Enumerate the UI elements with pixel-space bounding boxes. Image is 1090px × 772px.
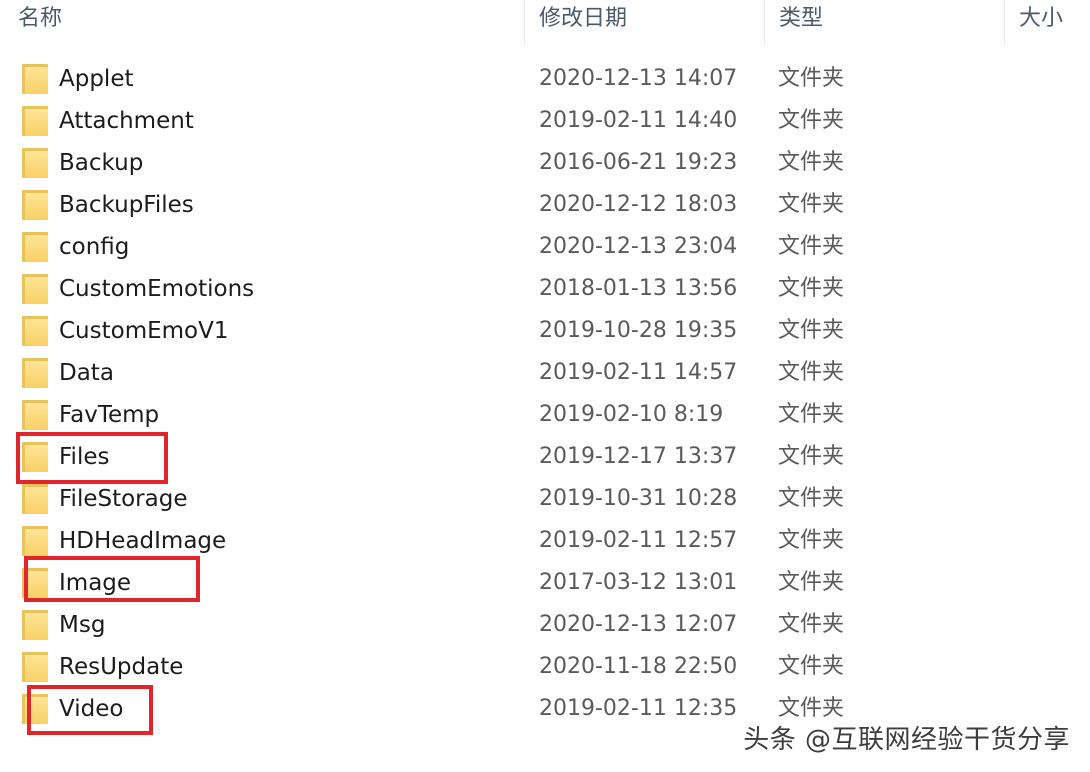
file-name: Applet xyxy=(59,66,134,92)
file-name: Backup xyxy=(59,150,144,176)
file-row-hdheadimage[interactable]: HDHeadImage 2019-02-11 12:57 文件夹 xyxy=(0,520,1090,562)
folder-icon xyxy=(22,106,48,136)
column-header-type[interactable]: 类型 xyxy=(764,0,1004,44)
file-name: HDHeadImage xyxy=(59,528,227,554)
file-row-backupfiles[interactable]: BackupFiles 2020-12-12 18:03 文件夹 xyxy=(0,184,1090,226)
file-date-modified: 2019-02-10 8:19 xyxy=(539,402,724,427)
folder-icon xyxy=(22,358,48,388)
sort-caret-icon: ^ xyxy=(262,0,273,8)
folder-icon xyxy=(22,568,48,598)
file-type: 文件夹 xyxy=(778,192,845,217)
file-row-files[interactable]: Files 2019-12-17 13:37 文件夹 xyxy=(0,436,1090,478)
file-type: 文件夹 xyxy=(778,318,845,343)
file-type: 文件夹 xyxy=(778,234,845,259)
folder-icon xyxy=(22,694,48,724)
file-row-favtemp[interactable]: FavTemp 2019-02-10 8:19 文件夹 xyxy=(0,394,1090,436)
folder-icon xyxy=(22,610,48,640)
file-name: FileStorage xyxy=(59,486,188,512)
folder-icon xyxy=(22,484,48,514)
file-name: CustomEmotions xyxy=(59,276,255,302)
file-name: Files xyxy=(59,444,110,470)
file-date-modified: 2019-02-11 14:40 xyxy=(539,108,738,133)
file-row-applet[interactable]: Applet 2020-12-13 14:07 文件夹 xyxy=(0,58,1090,100)
file-row-image[interactable]: Image 2017-03-12 13:01 文件夹 xyxy=(0,562,1090,604)
file-name: BackupFiles xyxy=(59,192,194,218)
folder-icon xyxy=(22,316,48,346)
file-date-modified: 2016-06-21 19:23 xyxy=(539,150,738,175)
folder-icon xyxy=(22,64,48,94)
file-date-modified: 2020-12-13 12:07 xyxy=(539,612,738,637)
folder-icon xyxy=(22,274,48,304)
file-date-modified: 2020-11-18 22:50 xyxy=(539,654,738,679)
folder-icon xyxy=(22,526,48,556)
file-date-modified: 2020-12-13 14:07 xyxy=(539,66,738,91)
folder-icon xyxy=(22,232,48,262)
file-row-filestorage[interactable]: FileStorage 2019-10-31 10:28 文件夹 xyxy=(0,478,1090,520)
file-row-backup[interactable]: Backup 2016-06-21 19:23 文件夹 xyxy=(0,142,1090,184)
file-date-modified: 2019-02-11 12:35 xyxy=(539,696,738,721)
file-type: 文件夹 xyxy=(778,276,845,301)
file-type: 文件夹 xyxy=(778,108,845,133)
file-date-modified: 2019-02-11 14:57 xyxy=(539,360,738,385)
file-date-modified: 2020-12-12 18:03 xyxy=(539,192,738,217)
folder-icon xyxy=(22,442,48,472)
file-type: 文件夹 xyxy=(778,444,845,469)
file-list: Applet 2020-12-13 14:07 文件夹 Attachment 2… xyxy=(0,58,1090,730)
file-date-modified: 2017-03-12 13:01 xyxy=(539,570,738,595)
file-type: 文件夹 xyxy=(778,150,845,175)
column-header-bar: 名称 ^ 修改日期 类型 大小 xyxy=(0,0,1090,44)
watermark: 头条 @互联网经验干货分享 xyxy=(743,725,1070,755)
file-type: 文件夹 xyxy=(778,360,845,385)
file-row-customemov1[interactable]: CustomEmoV1 2019-10-28 19:35 文件夹 xyxy=(0,310,1090,352)
file-name: ResUpdate xyxy=(59,654,184,680)
folder-icon xyxy=(22,400,48,430)
file-row-attachment[interactable]: Attachment 2019-02-11 14:40 文件夹 xyxy=(0,100,1090,142)
file-row-resupdate[interactable]: ResUpdate 2020-11-18 22:50 文件夹 xyxy=(0,646,1090,688)
file-date-modified: 2018-01-13 13:56 xyxy=(539,276,738,301)
folder-icon xyxy=(22,148,48,178)
file-name: Msg xyxy=(59,612,106,638)
file-name: FavTemp xyxy=(59,402,160,428)
file-name: config xyxy=(59,234,130,260)
file-name: CustomEmoV1 xyxy=(59,318,229,344)
file-type: 文件夹 xyxy=(778,66,845,91)
file-type: 文件夹 xyxy=(778,654,845,679)
file-name: Video xyxy=(59,696,124,722)
file-type: 文件夹 xyxy=(778,528,845,553)
file-date-modified: 2019-02-11 12:57 xyxy=(539,528,738,553)
file-type: 文件夹 xyxy=(778,612,845,637)
file-name: Attachment xyxy=(59,108,194,134)
file-date-modified: 2019-12-17 13:37 xyxy=(539,444,738,469)
file-name: Image xyxy=(59,570,132,596)
file-type: 文件夹 xyxy=(778,486,845,511)
file-row-data[interactable]: Data 2019-02-11 14:57 文件夹 xyxy=(0,352,1090,394)
file-date-modified: 2019-10-31 10:28 xyxy=(539,486,738,511)
folder-icon xyxy=(22,190,48,220)
column-header-date-modified[interactable]: 修改日期 xyxy=(524,0,764,44)
file-name: Data xyxy=(59,360,114,386)
file-type: 文件夹 xyxy=(778,570,845,595)
file-row-config[interactable]: config 2020-12-13 23:04 文件夹 xyxy=(0,226,1090,268)
file-type: 文件夹 xyxy=(778,402,845,427)
file-date-modified: 2019-10-28 19:35 xyxy=(539,318,738,343)
file-date-modified: 2020-12-13 23:04 xyxy=(539,234,738,259)
folder-icon xyxy=(22,652,48,682)
column-header-size[interactable]: 大小 xyxy=(1004,0,1090,44)
file-row-msg[interactable]: Msg 2020-12-13 12:07 文件夹 xyxy=(0,604,1090,646)
file-row-customemotions[interactable]: CustomEmotions 2018-01-13 13:56 文件夹 xyxy=(0,268,1090,310)
